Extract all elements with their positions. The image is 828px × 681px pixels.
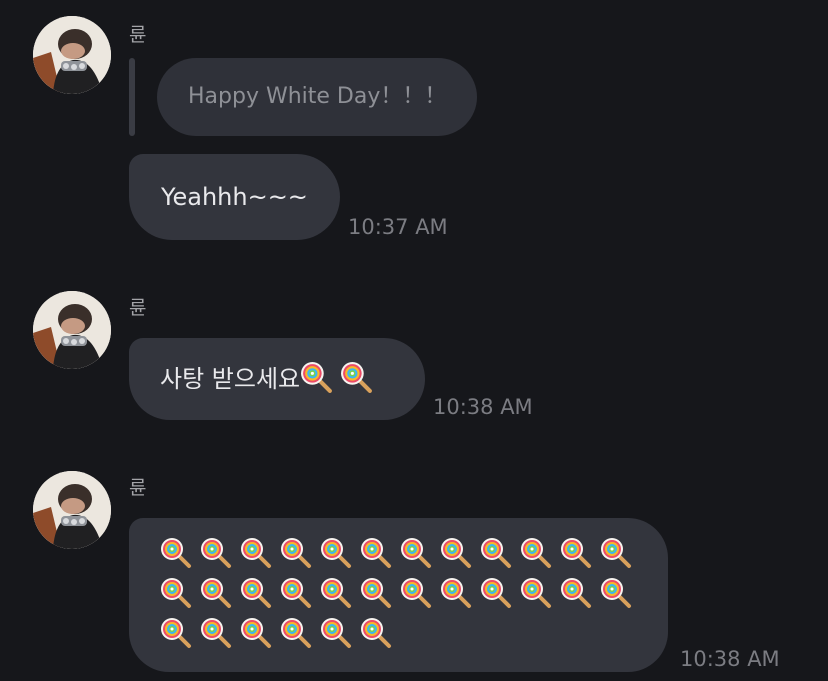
lollipop-icon (520, 577, 552, 609)
emoji-grid (160, 537, 644, 657)
sender-name[interactable]: 륜 (129, 24, 146, 46)
lollipop-icon (600, 537, 632, 569)
lollipop-icon (240, 577, 272, 609)
sender-avatar[interactable] (33, 16, 111, 94)
lollipop-icon (320, 577, 352, 609)
quoted-reply-bubble[interactable]: Happy White Day！！！ (157, 58, 477, 136)
lollipop-icon (560, 537, 592, 569)
message-bubble[interactable]: 사탕 받으세요 (129, 338, 425, 420)
lollipop-icon (200, 537, 232, 569)
lollipop-icon (560, 577, 592, 609)
message-timestamp: 10:37 AM (348, 215, 448, 239)
lollipop-icon (200, 577, 232, 609)
sender-avatar[interactable] (33, 291, 111, 369)
lollipop-icon (400, 577, 432, 609)
message-timestamp: 10:38 AM (433, 395, 533, 419)
lollipop-icon (160, 577, 192, 609)
lollipop-icon (300, 345, 333, 393)
lollipop-icon (240, 537, 272, 569)
chat-thread: 륜 Happy White Day！！！ Yeahhh~~~ 10:37 AM … (0, 0, 828, 681)
lollipop-icon (160, 617, 192, 649)
lollipop-icon (440, 537, 472, 569)
lollipop-icon (320, 537, 352, 569)
sender-name[interactable]: 륜 (129, 297, 146, 319)
lollipop-icon (480, 577, 512, 609)
lollipop-icon (520, 537, 552, 569)
lollipop-icon (200, 617, 232, 649)
lollipop-icon (480, 537, 512, 569)
sender-name[interactable]: 륜 (129, 477, 146, 499)
lollipop-icon (240, 617, 272, 649)
message-timestamp: 10:38 AM (680, 647, 780, 671)
lollipop-icon (160, 537, 192, 569)
lollipop-icon (360, 617, 392, 649)
message-text: 사탕 받으세요 (160, 365, 301, 393)
lollipop-icon (400, 537, 432, 569)
lollipop-icon (280, 617, 312, 649)
sender-avatar[interactable] (33, 471, 111, 549)
lollipop-icon (600, 577, 632, 609)
message-bubble[interactable]: Yeahhh~~~ (129, 154, 340, 240)
lollipop-icon (340, 345, 373, 393)
reply-indicator-bar (129, 58, 135, 136)
emoji-message-bubble[interactable] (129, 518, 668, 672)
lollipop-icon (440, 577, 472, 609)
lollipop-icon (320, 617, 352, 649)
lollipop-icon (360, 577, 392, 609)
lollipop-icon (360, 537, 392, 569)
lollipop-icon (280, 537, 312, 569)
lollipop-icon (280, 577, 312, 609)
